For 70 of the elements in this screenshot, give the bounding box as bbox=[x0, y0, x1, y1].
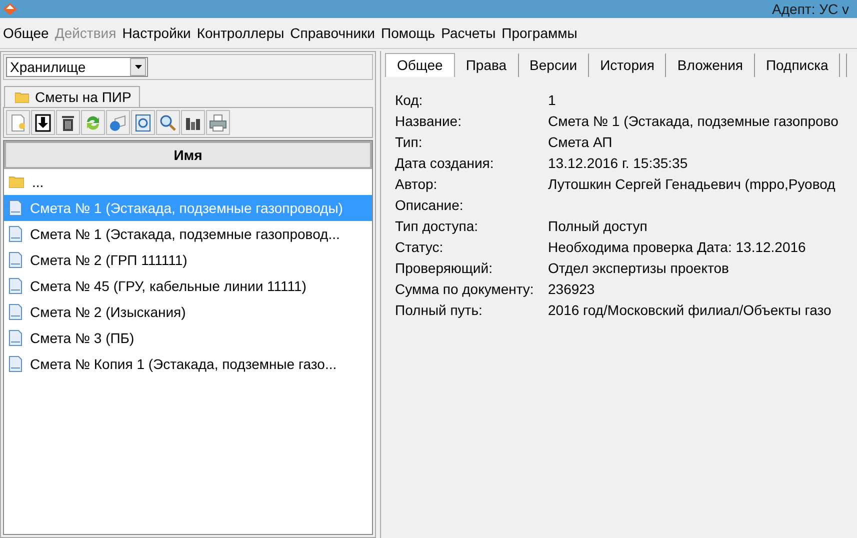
list-item[interactable]: ... bbox=[4, 169, 372, 195]
field-label: Проверяющий: bbox=[395, 259, 494, 277]
field-value: 236923 bbox=[548, 280, 596, 298]
list-item[interactable]: Смета № 3 (ПБ) bbox=[4, 325, 372, 351]
document-icon bbox=[9, 278, 22, 294]
field-value: Лутошкин Сергей Генадьевич (mppo,Руовод bbox=[548, 175, 836, 193]
list-item[interactable]: Смета № Копия 1 (Эстакада, подземные газо... bbox=[4, 351, 372, 377]
field-label: Описание: bbox=[395, 196, 464, 214]
field-label: Статус: bbox=[395, 238, 444, 256]
search-icon bbox=[159, 114, 177, 132]
menu-item[interactable]: Общее bbox=[3, 25, 49, 41]
print-button[interactable] bbox=[206, 110, 230, 135]
field-value: Необходима проверка Дата: 13.12.2016 bbox=[548, 238, 807, 256]
list-item[interactable]: Смета № 2 (ГРП 111111) bbox=[4, 247, 372, 273]
list-item[interactable]: Смета № 1 (Эстакада, подземные газопровод... bbox=[4, 221, 372, 247]
document-icon bbox=[9, 226, 22, 242]
document-icon bbox=[9, 252, 22, 268]
folder-icon bbox=[9, 176, 24, 188]
printer-icon bbox=[209, 114, 227, 132]
document-icon bbox=[9, 356, 22, 372]
folder-tab[interactable]: Сметы на ПИР bbox=[4, 86, 140, 107]
menu-item[interactable]: Расчеты bbox=[441, 25, 496, 41]
tab[interactable]: Вложения bbox=[666, 53, 755, 77]
field-value: Смета АП bbox=[548, 133, 614, 151]
field-label: Сумма по документу: bbox=[395, 280, 535, 298]
menu-item[interactable]: Справочники bbox=[290, 25, 375, 41]
new-document-icon bbox=[9, 114, 27, 132]
menu-item[interactable]: Настройки bbox=[122, 25, 191, 41]
field-value: Полный доступ bbox=[548, 217, 648, 235]
app-logo-icon bbox=[2, 2, 18, 16]
chart-button[interactable] bbox=[181, 110, 205, 135]
field-label: Автор: bbox=[395, 175, 438, 193]
list-item[interactable]: Смета № 2 (Изыскания) bbox=[4, 299, 372, 325]
field-value: Смета № 1 (Эстакада, подземные газопрово bbox=[548, 112, 840, 130]
field-label: Код: bbox=[395, 91, 424, 109]
column-header[interactable]: Имя bbox=[4, 141, 372, 169]
field-label: Полный путь: bbox=[395, 301, 484, 319]
field-value: 1 bbox=[548, 91, 557, 109]
preview-button[interactable] bbox=[131, 110, 155, 135]
menu-item[interactable]: Программы bbox=[502, 25, 578, 41]
menu-item[interactable]: Помощь bbox=[381, 25, 436, 41]
document-icon bbox=[9, 200, 22, 216]
menu-item[interactable]: Контроллеры bbox=[196, 25, 284, 41]
field-label: Название: bbox=[395, 112, 462, 130]
document-icon bbox=[9, 304, 22, 320]
caret-icon bbox=[134, 65, 142, 69]
tab[interactable]: Права bbox=[454, 53, 519, 77]
field-label: Дата создания: bbox=[395, 154, 495, 172]
delete-button[interactable] bbox=[56, 110, 80, 135]
document-icon bbox=[9, 330, 22, 346]
list-item[interactable]: Смета № 45 (ГРУ, кабельные линии 11111) bbox=[4, 273, 372, 299]
send-button[interactable] bbox=[106, 110, 130, 135]
tab[interactable]: Подписка bbox=[754, 53, 840, 77]
field-value: 2016 год/Московский филиал/Объекты газо bbox=[548, 301, 832, 319]
storage-dropdown[interactable]: Хранилище bbox=[6, 57, 148, 77]
tab[interactable]: История bbox=[589, 53, 666, 77]
tab[interactable]: Общее bbox=[385, 53, 455, 77]
download-button[interactable] bbox=[31, 110, 55, 135]
field-label: Тип: bbox=[395, 133, 424, 151]
refresh-icon bbox=[84, 114, 102, 132]
globe-envelope-icon bbox=[109, 114, 127, 132]
field-label: Тип доступа: bbox=[395, 217, 480, 235]
field-value: Отдел экспертизы проектов bbox=[548, 259, 730, 277]
document-magnifier-icon bbox=[134, 114, 152, 132]
search-button[interactable] bbox=[156, 110, 180, 135]
trash-icon bbox=[59, 114, 77, 132]
tab[interactable]: Версии bbox=[518, 53, 590, 77]
folder-icon bbox=[15, 92, 29, 102]
window-title: Адепт: УС v bbox=[772, 1, 849, 17]
field-value: 13.12.2016 г. 15:35:35 bbox=[548, 154, 689, 172]
